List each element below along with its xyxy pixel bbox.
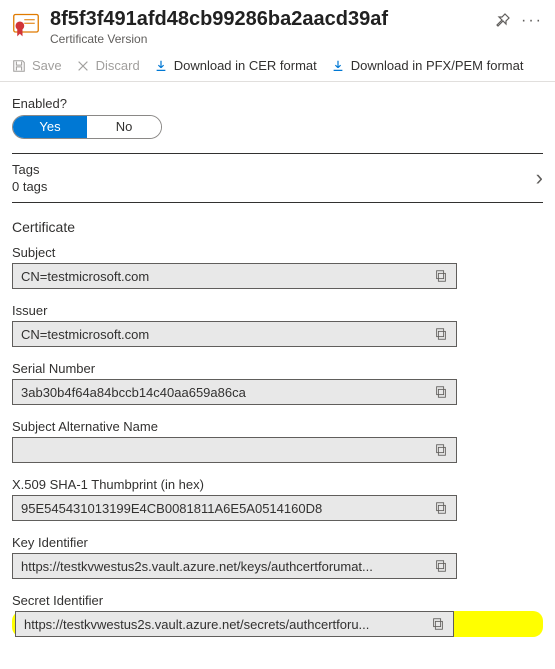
download-icon [154, 59, 168, 73]
copy-icon[interactable] [434, 269, 448, 283]
serial-label: Serial Number [12, 361, 543, 376]
certificate-section-title: Certificate [12, 219, 543, 235]
secret-identifier-value: https://testkvwestus2s.vault.azure.net/s… [24, 617, 423, 632]
thumbprint-value: 95E545431013199E4CB0081811A6E5A0514160D8 [21, 501, 426, 516]
san-label: Subject Alternative Name [12, 419, 543, 434]
download-pfx-label: Download in PFX/PEM format [351, 58, 524, 73]
subject-value: CN=testmicrosoft.com [21, 269, 426, 284]
serial-value: 3ab30b4f64a84bccb14c40aa659a86ca [21, 385, 426, 400]
page-subtitle: Certificate Version [50, 32, 485, 46]
certificate-icon [12, 11, 40, 39]
enabled-label: Enabled? [12, 96, 543, 111]
save-icon [12, 59, 26, 73]
subject-field: CN=testmicrosoft.com [12, 263, 457, 289]
key-identifier-value: https://testkvwestus2s.vault.azure.net/k… [21, 559, 426, 574]
issuer-value: CN=testmicrosoft.com [21, 327, 426, 342]
tags-row[interactable]: Tags 0 tags › [12, 153, 543, 203]
discard-label: Discard [96, 58, 140, 73]
thumbprint-field: 95E545431013199E4CB0081811A6E5A0514160D8 [12, 495, 457, 521]
discard-icon [76, 59, 90, 73]
page-title: 8f5f3f491afd48cb99286ba2aacd39af [50, 8, 485, 31]
download-cer-button[interactable]: Download in CER format [154, 58, 317, 73]
key-identifier-field: https://testkvwestus2s.vault.azure.net/k… [12, 553, 457, 579]
copy-icon[interactable] [434, 443, 448, 457]
copy-icon[interactable] [434, 385, 448, 399]
issuer-field: CN=testmicrosoft.com [12, 321, 457, 347]
pin-icon[interactable] [495, 13, 511, 29]
issuer-label: Issuer [12, 303, 543, 318]
copy-icon[interactable] [431, 617, 445, 631]
copy-icon[interactable] [434, 327, 448, 341]
subject-label: Subject [12, 245, 543, 260]
toggle-yes[interactable]: Yes [13, 116, 87, 138]
tags-count: 0 tags [12, 179, 47, 194]
page-header: 8f5f3f491afd48cb99286ba2aacd39af Certifi… [0, 0, 555, 50]
save-label: Save [32, 58, 62, 73]
secret-identifier-label: Secret Identifier [12, 593, 543, 608]
key-identifier-label: Key Identifier [12, 535, 543, 550]
copy-icon[interactable] [434, 501, 448, 515]
toggle-no[interactable]: No [87, 116, 161, 138]
save-button: Save [12, 58, 62, 73]
command-toolbar: Save Discard Download in CER format Down… [0, 50, 555, 82]
copy-icon[interactable] [434, 559, 448, 573]
san-field [12, 437, 457, 463]
discard-button: Discard [76, 58, 140, 73]
serial-field: 3ab30b4f64a84bccb14c40aa659a86ca [12, 379, 457, 405]
more-menu-icon[interactable]: ··· [521, 12, 543, 30]
enabled-toggle[interactable]: Yes No [12, 115, 162, 139]
download-pfx-button[interactable]: Download in PFX/PEM format [331, 58, 524, 73]
download-cer-label: Download in CER format [174, 58, 317, 73]
secret-highlight: https://testkvwestus2s.vault.azure.net/s… [12, 611, 543, 637]
secret-identifier-field: https://testkvwestus2s.vault.azure.net/s… [15, 611, 454, 637]
download-icon [331, 59, 345, 73]
thumbprint-label: X.509 SHA-1 Thumbprint (in hex) [12, 477, 543, 492]
content-area: Enabled? Yes No Tags 0 tags › Certificat… [0, 82, 555, 669]
chevron-right-icon: › [536, 165, 543, 191]
tags-label: Tags [12, 162, 47, 177]
